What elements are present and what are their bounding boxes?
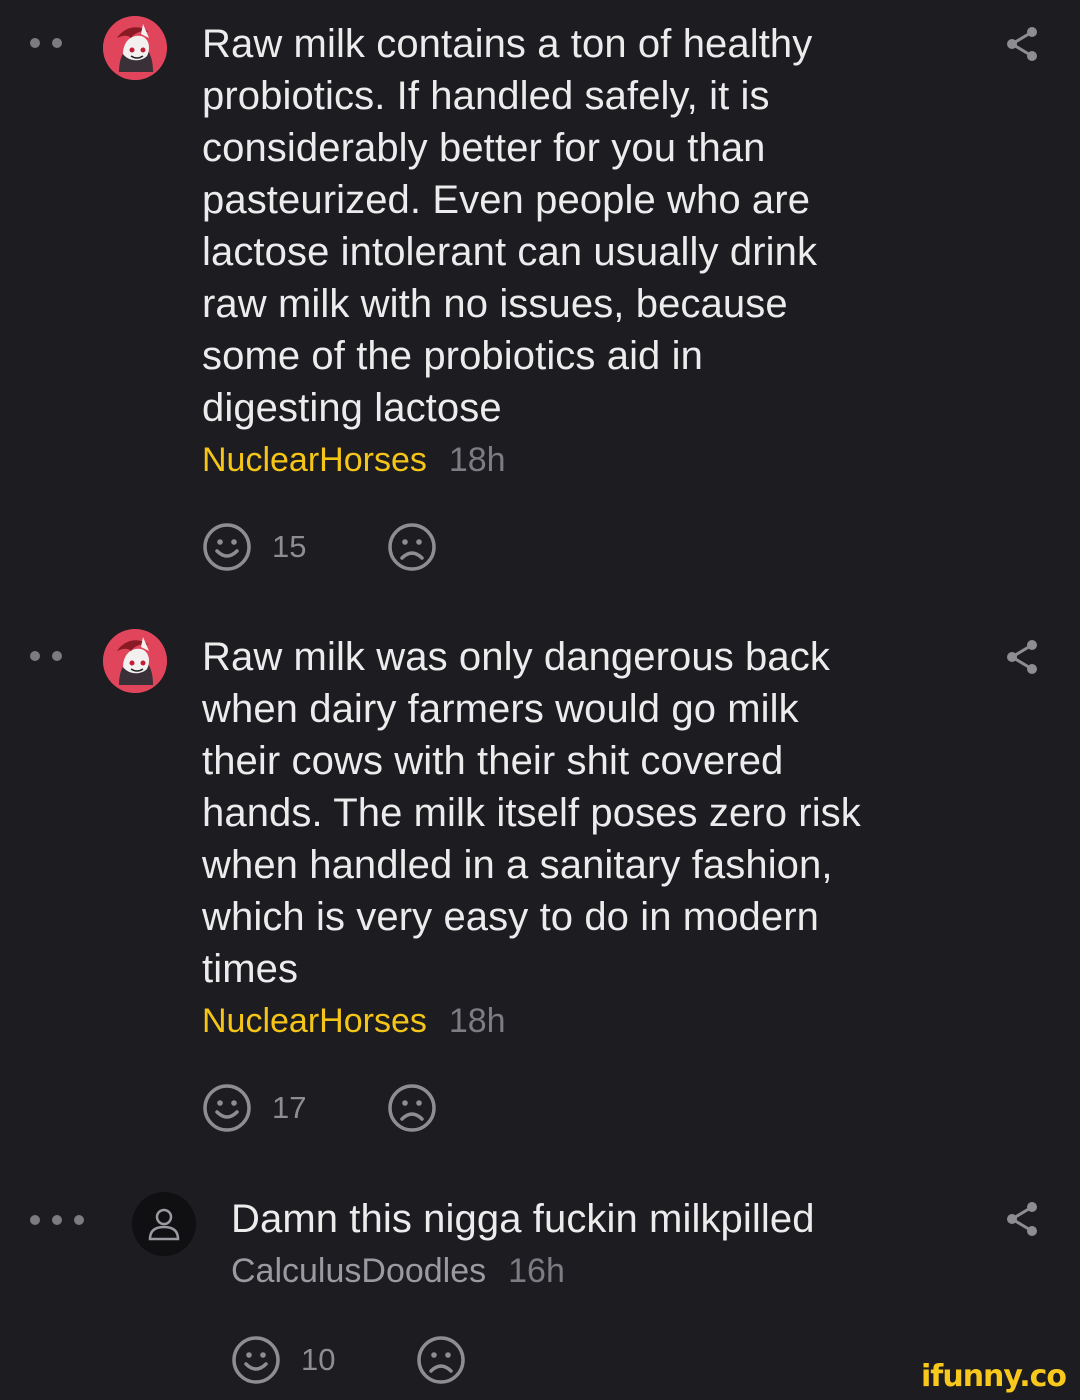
depth-dot [52, 38, 62, 48]
share-icon[interactable] [1002, 637, 1042, 677]
depth-dot [52, 651, 62, 661]
smile-button[interactable]: 10 [231, 1335, 416, 1385]
comment-meta: NuclearHorses 18h [202, 999, 982, 1043]
depth-dot [30, 38, 40, 48]
thread-depth-dots [30, 651, 62, 661]
smile-count: 15 [272, 529, 307, 564]
author-name[interactable]: NuclearHorses [202, 1002, 427, 1040]
comment-body: Raw milk contains a ton of healthy probi… [202, 18, 962, 572]
comment-body: Damn this nigga fuckin milkpilled Calcul… [231, 1193, 971, 1385]
smile-icon [203, 1084, 251, 1132]
comment-time: 16h [508, 1252, 565, 1290]
reaction-bar: 17 [202, 1083, 982, 1133]
reaction-bar: 10 [231, 1335, 971, 1385]
depth-dot [30, 651, 40, 661]
avatar[interactable] [103, 16, 167, 80]
depth-dot [52, 1215, 62, 1225]
frown-button[interactable] [416, 1335, 466, 1385]
comment-meta: NuclearHorses 18h [202, 438, 962, 482]
comment-text: Damn this nigga fuckin milkpilled [231, 1197, 815, 1241]
share-icon[interactable] [1002, 24, 1042, 64]
comment-time: 18h [448, 1002, 506, 1040]
smile-button[interactable]: 15 [202, 522, 387, 572]
author-name[interactable]: NuclearHorses [202, 441, 427, 479]
pony-avatar-icon [103, 16, 167, 80]
depth-dot [74, 1215, 84, 1225]
smile-icon [203, 523, 251, 571]
pony-avatar-icon [103, 629, 167, 693]
user-icon [148, 1208, 180, 1241]
avatar[interactable] [132, 1192, 196, 1256]
frown-button[interactable] [387, 1083, 437, 1133]
frown-icon [388, 1084, 436, 1132]
comment-text: Raw milk contains a ton of healthy probi… [202, 22, 818, 430]
smile-count: 10 [301, 1342, 336, 1377]
avatar[interactable] [103, 629, 167, 693]
comment-text: Raw milk was only dangerous back when da… [202, 635, 861, 991]
comment-time: 18h [448, 441, 506, 479]
frown-button[interactable] [387, 522, 437, 572]
smile-icon [232, 1336, 280, 1384]
depth-dot [30, 1215, 40, 1225]
comment-body: Raw milk was only dangerous back when da… [202, 631, 982, 1133]
thread-depth-dots [30, 38, 62, 48]
frown-icon [417, 1336, 465, 1384]
comment-meta: CalculusDoodles 16h [231, 1249, 971, 1293]
reaction-bar: 15 [202, 522, 962, 572]
ifunny-watermark: ifunny.co [921, 1359, 1067, 1394]
frown-icon [388, 523, 436, 571]
smile-button[interactable]: 17 [202, 1083, 387, 1133]
smile-count: 17 [272, 1090, 307, 1125]
share-icon[interactable] [1002, 1199, 1042, 1239]
author-name[interactable]: CalculusDoodles [231, 1252, 486, 1290]
thread-depth-dots [30, 1215, 84, 1225]
